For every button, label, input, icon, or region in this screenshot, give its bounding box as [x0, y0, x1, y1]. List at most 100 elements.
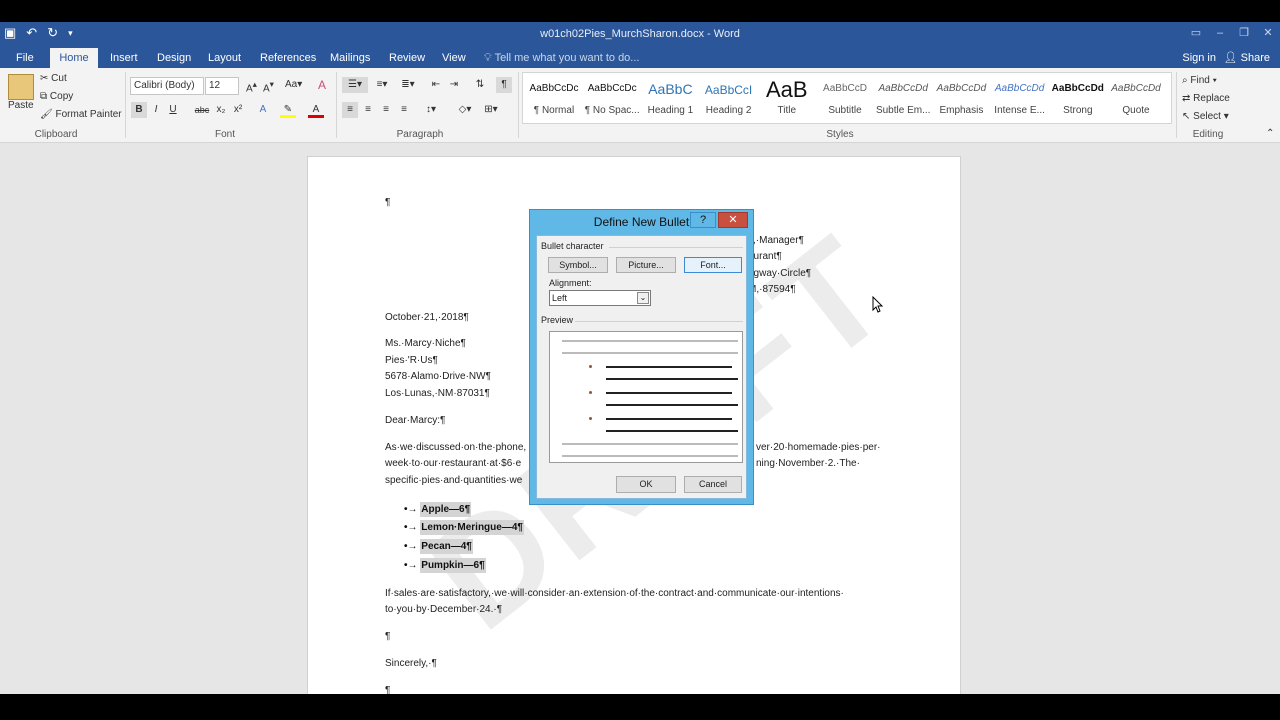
style-item[interactable]: AaBbCcDd Quote [1107, 73, 1165, 125]
tab-mailings[interactable]: Mailings [322, 48, 378, 68]
style-item[interactable]: AaBbCcDd Strong [1049, 73, 1107, 125]
style-item[interactable]: AaBbCcDc ¶ Normal [525, 73, 583, 125]
font-size-box[interactable]: 12 [205, 77, 239, 95]
cut-button[interactable]: ✂ Cut [40, 73, 67, 84]
tab-home[interactable]: Home [50, 48, 98, 68]
ok-button[interactable]: OK [616, 476, 676, 493]
alignment-select[interactable]: Left ⌄ [549, 290, 651, 306]
style-item[interactable]: AaBbCcDd Emphasis [932, 73, 990, 125]
bullet-item-text: Pumpkin—6¶ [420, 558, 486, 573]
superscript-button[interactable]: x² [230, 102, 246, 118]
style-item[interactable]: AaBbCcD Subtitle [816, 73, 874, 125]
paragraph-mark: ¶ [385, 197, 391, 208]
format-painter-label: Format Painter [55, 109, 122, 120]
style-name: ¶ Normal [533, 105, 575, 116]
highlight-color-icon[interactable]: ✎ [280, 102, 296, 118]
recipient-line: 5678·Alamo·Drive·NW¶ [385, 371, 491, 382]
tab-insert[interactable]: Insert [102, 48, 146, 68]
style-item[interactable]: AaBbCcDd Subtle Em... [874, 73, 932, 125]
minimize-icon[interactable]: – [1208, 22, 1232, 44]
picture-button[interactable]: Picture... [616, 257, 676, 273]
shading-icon[interactable]: ◇▾ [454, 102, 476, 118]
sender-line: M,·87594¶ [748, 284, 796, 295]
separator [336, 72, 337, 138]
tab-references[interactable]: References [252, 48, 324, 68]
style-name: Title [777, 105, 797, 116]
tell-me-box[interactable]: 💡︎ Tell me what you want to do... [484, 48, 639, 68]
document-title: w01ch02Pies_MurchSharon.docx - Word [540, 28, 740, 40]
tab-layout[interactable]: Layout [200, 48, 249, 68]
text-effects-icon[interactable]: A [255, 102, 271, 118]
clear-formatting-icon[interactable]: A [318, 78, 326, 92]
line-spacing-icon[interactable]: ↕▾ [420, 102, 442, 118]
ribbon-display-icon[interactable]: ▭ [1184, 22, 1208, 44]
cancel-button[interactable]: Cancel [684, 476, 742, 493]
tab-file[interactable]: File [8, 48, 42, 68]
style-item[interactable]: AaBbC Heading 1 [641, 73, 699, 125]
restore-icon[interactable]: ❐ [1232, 22, 1256, 44]
style-item[interactable]: AaB Title [758, 73, 816, 125]
collapse-ribbon-icon[interactable]: ⌃ [1266, 128, 1274, 139]
strikethrough-button[interactable]: abc [192, 102, 212, 118]
bullets-button[interactable]: ☰▾ [342, 77, 368, 93]
preview-line [562, 443, 738, 445]
italic-button[interactable]: I [148, 102, 164, 118]
find-button[interactable]: ⌕ Find ▾ [1182, 72, 1230, 90]
preview-label: Preview [541, 315, 574, 325]
copy-button[interactable]: ⧉ Copy [40, 91, 73, 102]
bold-button[interactable]: B [131, 102, 147, 118]
font-color-icon[interactable]: A [308, 102, 324, 118]
show-formatting-icon[interactable]: ¶ [496, 77, 512, 93]
sort-icon[interactable]: ⇅ [472, 77, 488, 93]
style-sample: AaBbCcDd [1051, 83, 1104, 94]
numbering-button[interactable]: ≡▾ [370, 77, 394, 93]
grow-font-icon[interactable]: A▴ [246, 79, 257, 94]
ribbon-tabs: File Home Insert Design Layout Reference… [0, 48, 1280, 68]
select-label: Select [1193, 111, 1221, 122]
help-button[interactable]: ? [690, 212, 716, 228]
increase-indent-icon[interactable]: ⇥ [446, 77, 462, 93]
font-button[interactable]: Font... [684, 257, 742, 273]
style-item[interactable]: AaBbCcI Heading 2 [700, 73, 758, 125]
align-left-icon[interactable]: ≡ [342, 102, 358, 118]
tab-design[interactable]: Design [149, 48, 199, 68]
font-group-label: Font [214, 129, 235, 140]
dialog-close-button[interactable]: ✕ [718, 212, 748, 228]
paste-icon[interactable] [8, 74, 34, 100]
multilevel-list-button[interactable]: ≣▾ [396, 77, 420, 93]
tab-review[interactable]: Review [381, 48, 433, 68]
align-right-icon[interactable]: ≡ [378, 102, 394, 118]
decrease-indent-icon[interactable]: ⇤ [428, 77, 444, 93]
style-name: Quote [1122, 105, 1150, 116]
center-icon[interactable]: ≡ [360, 102, 376, 118]
replace-button[interactable]: ⇄ Replace [1182, 90, 1230, 108]
change-case-icon[interactable]: Aa▾ [285, 79, 302, 90]
select-button[interactable]: ↖ Select ▾ [1182, 108, 1230, 126]
justify-icon[interactable]: ≡ [396, 102, 412, 118]
borders-icon[interactable]: ⊞▾ [480, 102, 502, 118]
preview-line [606, 430, 738, 432]
preview-bullet [589, 417, 592, 420]
underline-button[interactable]: U [165, 102, 181, 118]
style-sample: AaBbC [648, 81, 693, 97]
alignment-value: Left [552, 293, 568, 303]
preview-line [606, 392, 732, 394]
body-line: As·we·discussed·on·the·phone, [385, 442, 527, 453]
lightbulb-icon: 💡︎ [484, 52, 492, 64]
style-item[interactable]: AaBbCcDd Intense E... [991, 73, 1049, 125]
tab-view[interactable]: View [434, 48, 474, 68]
share-button[interactable]: 👤︎ Share [1224, 48, 1270, 68]
subscript-button[interactable]: x₂ [213, 102, 229, 118]
close-window-icon[interactable]: ✕ [1256, 22, 1280, 44]
font-name-box[interactable]: Calibri (Body) [130, 77, 204, 95]
chevron-down-icon[interactable]: ⌄ [637, 292, 649, 304]
shrink-font-icon[interactable]: A▾ [263, 79, 274, 94]
symbol-button[interactable]: Symbol... [548, 257, 608, 273]
cursor-icon: ↖ [1182, 111, 1191, 122]
style-item[interactable]: AaBbCcDc ¶ No Spac... [583, 73, 641, 125]
preview-line [606, 366, 732, 368]
style-sample: AaBbCcDd [1111, 83, 1161, 94]
paste-button[interactable]: Paste [8, 100, 34, 111]
format-painter-button[interactable]: 🖌︎ Format Painter [40, 109, 122, 120]
sign-in-link[interactable]: Sign in [1182, 48, 1216, 68]
